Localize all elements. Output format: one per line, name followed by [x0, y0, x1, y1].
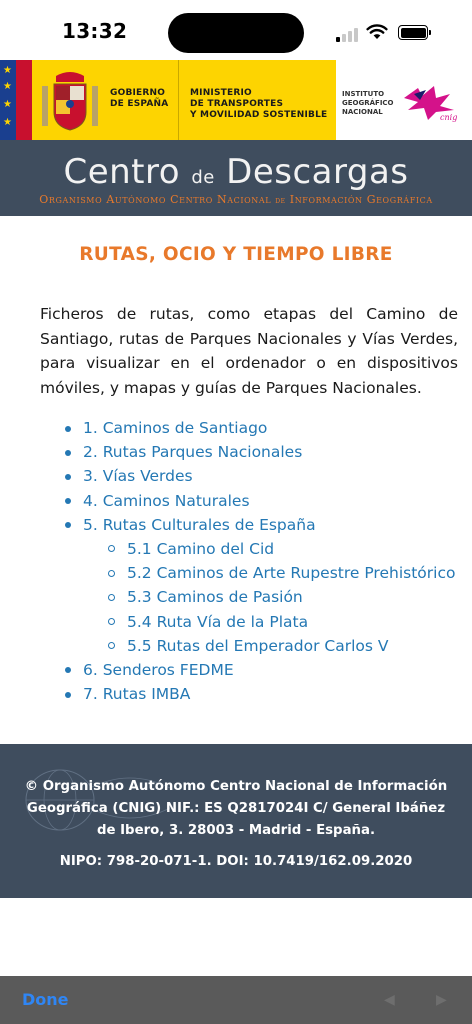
footer-nipo: NIPO: 798-20-071-1. DOI: 10.7419/162.09.… — [59, 854, 413, 869]
list-item: 6. Senderos FEDME — [64, 658, 464, 682]
route-link[interactable]: 6. Senderos FEDME — [83, 661, 234, 679]
route-link[interactable]: 2. Rutas Parques Nacionales — [83, 443, 302, 461]
done-button[interactable]: Done — [22, 990, 69, 1009]
back-arrow-icon[interactable]: ◀ — [384, 991, 395, 1008]
list-item: 5.1 Camino del Cid — [64, 537, 464, 561]
forward-arrow-icon[interactable]: ▶ — [436, 991, 447, 1008]
main-content: RUTAS, OCIO Y TIEMPO LIBRE Ficheros de r… — [0, 216, 472, 744]
route-link[interactable]: 5. Rutas Culturales de España — [83, 516, 316, 534]
list-item: 4. Caminos Naturales — [64, 489, 464, 513]
footer: © Organismo Autónomo Centro Nacional de … — [0, 744, 472, 898]
status-bar: 13:32 — [0, 0, 472, 60]
government-banner: ★ ★ ★ ★ GOBIERNO DE ESPAÑA MINISTERIO DE… — [0, 60, 472, 140]
spain-flag-stripe — [16, 60, 32, 140]
cellular-signal-icon — [336, 28, 358, 42]
instituto-geografico-label: INSTITUTO GEOGRÁFICO NACIONAL — [342, 90, 394, 116]
list-item: 5.4 Ruta Vía de la Plata — [64, 610, 464, 634]
list-item: 3. Vías Verdes — [64, 464, 464, 488]
wifi-icon — [366, 24, 388, 39]
route-link[interactable]: 5.3 Caminos de Pasión — [127, 588, 303, 606]
svg-text:cnig: cnig — [440, 113, 457, 122]
list-item: 7. Rutas IMBA — [64, 682, 464, 706]
dynamic-island — [168, 13, 304, 53]
list-item: 5. Rutas Culturales de España — [64, 513, 464, 537]
site-subtitle: Organismo Autónomo Centro Nacional de In… — [39, 193, 433, 206]
route-link[interactable]: 3. Vías Verdes — [83, 467, 193, 485]
route-link[interactable]: 5.1 Camino del Cid — [127, 540, 274, 558]
list-item: 5.2 Caminos de Arte Rupestre Prehistóric… — [64, 561, 464, 585]
route-link[interactable]: 1. Caminos de Santiago — [83, 419, 267, 437]
status-time: 13:32 — [62, 19, 128, 43]
ministerio-label: MINISTERIO DE TRANSPORTES Y MOVILIDAD SO… — [190, 88, 328, 120]
gobierno-de-espana-label: GOBIERNO DE ESPAÑA — [110, 88, 169, 109]
route-link[interactable]: 4. Caminos Naturales — [83, 492, 250, 510]
browser-toolbar: Done ◀ ▶ — [0, 976, 472, 1024]
list-item: 1. Caminos de Santiago — [64, 416, 464, 440]
route-link[interactable]: 7. Rutas IMBA — [83, 685, 190, 703]
cnig-logo-icon: cnig — [404, 86, 457, 122]
intro-paragraph: Ficheros de rutas, como etapas del Camin… — [40, 305, 458, 397]
list-item: 5.3 Caminos de Pasión — [64, 585, 464, 609]
list-item: 2. Rutas Parques Nacionales — [64, 440, 464, 464]
eu-flag-icon: ★ ★ ★ ★ — [0, 60, 16, 140]
route-link[interactable]: 5.5 Rutas del Emperador Carlos V — [127, 637, 389, 655]
list-item: 5.5 Rutas del Emperador Carlos V — [64, 634, 464, 658]
page-title: RUTAS, OCIO Y TIEMPO LIBRE — [79, 244, 393, 265]
footer-copyright: © Organismo Autónomo Centro Nacional de … — [24, 779, 448, 838]
routes-link-list: 1. Caminos de Santiago 2. Rutas Parques N… — [64, 416, 464, 706]
battery-icon — [398, 25, 431, 40]
route-link[interactable]: 5.2 Caminos de Arte Rupestre Prehistóric… — [127, 564, 455, 582]
centro-descargas-header: Centro de Descargas Organismo Autónomo C… — [0, 140, 472, 216]
route-link[interactable]: 5.4 Ruta Vía de la Plata — [127, 613, 308, 631]
site-title[interactable]: Centro de Descargas — [0, 152, 472, 192]
spain-coat-of-arms-icon — [42, 72, 98, 131]
